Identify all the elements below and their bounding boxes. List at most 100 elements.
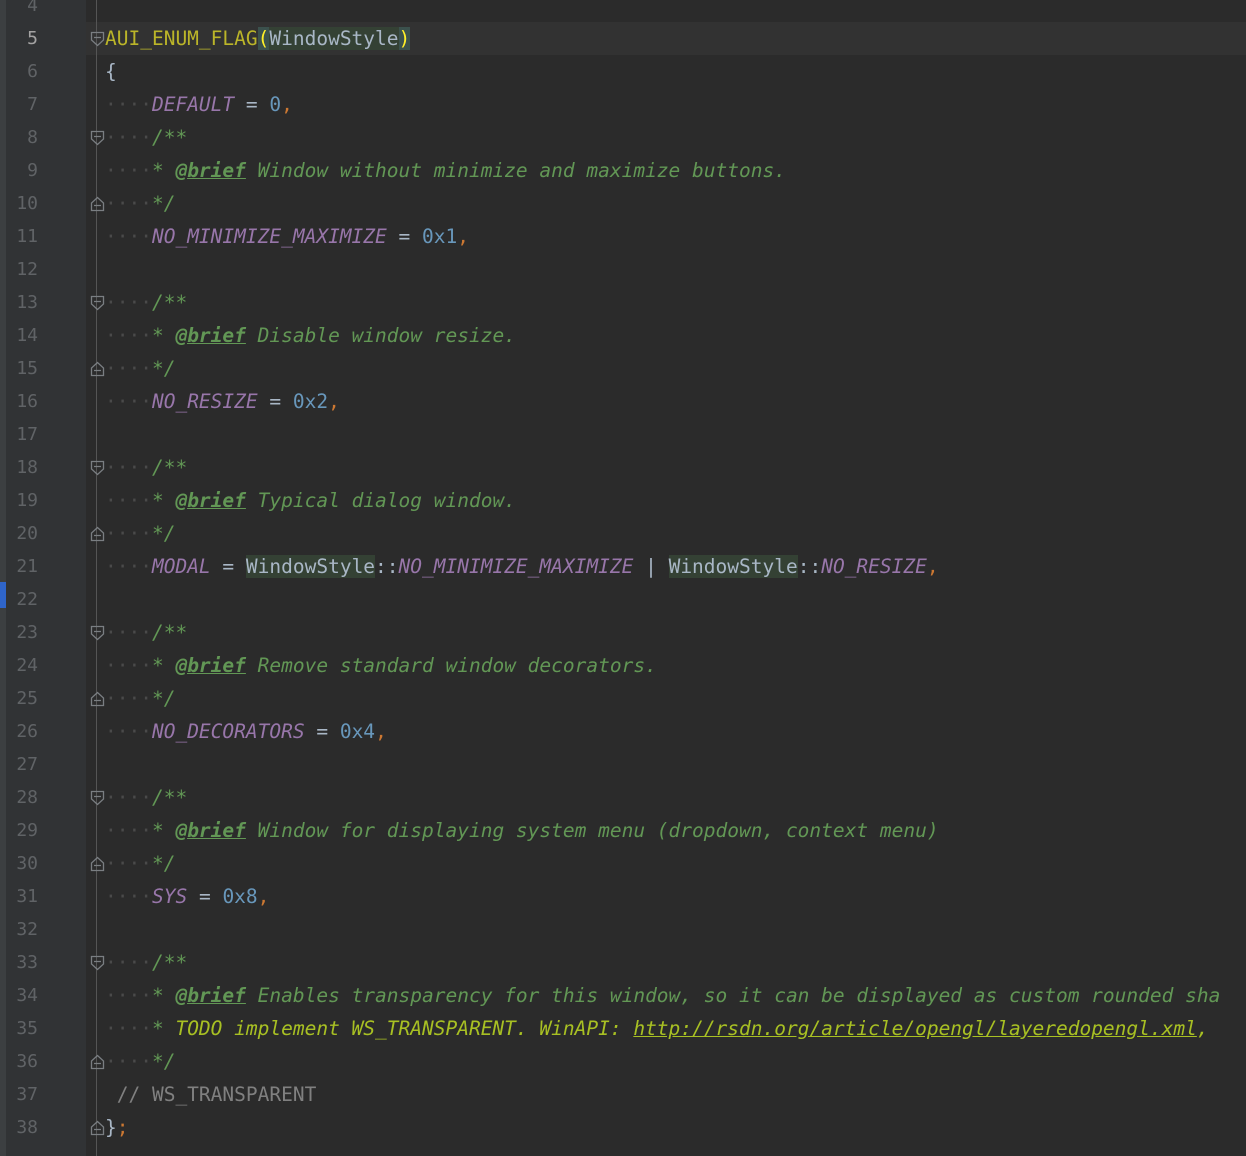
code-text[interactable]: ····*/ <box>105 847 175 880</box>
code-line[interactable]: 27 <box>0 748 1246 781</box>
code-line[interactable]: 17 <box>0 418 1246 451</box>
line-number[interactable]: 34 <box>6 979 38 1012</box>
code-line[interactable]: 19 ····* @brief Typical dialog window. <box>0 484 1246 517</box>
line-number[interactable]: 13 <box>6 286 38 319</box>
fold-close-icon[interactable] <box>90 691 105 707</box>
code-line[interactable]: 6{ <box>0 55 1246 88</box>
fold-close-icon[interactable] <box>90 196 105 212</box>
line-number[interactable]: 26 <box>6 715 38 748</box>
line-number[interactable]: 5 <box>6 22 38 55</box>
line-number[interactable]: 17 <box>6 418 38 451</box>
line-number[interactable]: 22 <box>6 583 38 616</box>
line-number[interactable]: 7 <box>6 88 38 121</box>
code-text[interactable]: ····* @brief Disable window resize. <box>105 319 516 352</box>
code-text[interactable]: ····NO_DECORATORS = 0x4, <box>105 715 387 748</box>
line-number[interactable]: 38 <box>6 1111 38 1144</box>
code-line[interactable]: 9 ····* @brief Window without minimize an… <box>0 154 1246 187</box>
code-line[interactable]: 15 ····*/ <box>0 352 1246 385</box>
line-number[interactable]: 20 <box>6 517 38 550</box>
code-text[interactable]: ····* @brief Remove standard window deco… <box>105 649 657 682</box>
code-editor[interactable]: 4 5 AUI_ENUM_FLAG(WindowStyle) 6{7 ····DEFAU… <box>0 0 1246 1156</box>
code-line[interactable]: 38}; <box>0 1111 1246 1144</box>
code-line[interactable]: 4 <box>0 0 1246 22</box>
code-text[interactable]: ····/** <box>105 946 187 979</box>
code-line[interactable]: 21 ····MODAL = WindowStyle::NO_MINIMIZE_M… <box>0 550 1246 583</box>
fold-close-icon[interactable] <box>90 1054 105 1070</box>
line-number[interactable]: 6 <box>6 55 38 88</box>
code-line[interactable]: 33 ····/** <box>0 946 1246 979</box>
code-line[interactable]: 36 ····*/ <box>0 1045 1246 1078</box>
code-line[interactable]: 29 ····* @brief Window for displaying sys… <box>0 814 1246 847</box>
line-number[interactable]: 25 <box>6 682 38 715</box>
code-line[interactable]: 30 ····*/ <box>0 847 1246 880</box>
code-line[interactable]: 32 <box>0 913 1246 946</box>
code-text[interactable]: ····NO_RESIZE = 0x2, <box>105 385 340 418</box>
code-line[interactable]: 34 ····* @brief Enables transparency for … <box>0 979 1246 1012</box>
line-number[interactable]: 4 <box>6 0 38 22</box>
line-number[interactable]: 9 <box>6 154 38 187</box>
code-text[interactable]: ····/** <box>105 451 187 484</box>
line-number[interactable]: 11 <box>6 220 38 253</box>
code-text[interactable]: ····DEFAULT = 0, <box>105 88 293 121</box>
fold-open-icon[interactable] <box>90 295 105 311</box>
fold-close-icon[interactable] <box>90 1120 105 1136</box>
code-text[interactable]: }; <box>105 1111 129 1144</box>
code-line[interactable]: 16 ····NO_RESIZE = 0x2, <box>0 385 1246 418</box>
code-line[interactable]: 18 ····/** <box>0 451 1246 484</box>
code-text[interactable]: ····SYS = 0x8, <box>105 880 269 913</box>
fold-open-icon[interactable] <box>90 130 105 146</box>
line-number[interactable]: 18 <box>6 451 38 484</box>
code-line[interactable] <box>0 1144 1246 1156</box>
fold-open-icon[interactable] <box>90 460 105 476</box>
code-line[interactable]: 25 ····*/ <box>0 682 1246 715</box>
line-number[interactable]: 32 <box>6 913 38 946</box>
url-link[interactable]: http://rsdn.org/article/opengl/layeredop… <box>633 1017 1197 1040</box>
code-line[interactable]: 23 ····/** <box>0 616 1246 649</box>
code-text[interactable]: ····/** <box>105 781 187 814</box>
code-line[interactable]: 11 ····NO_MINIMIZE_MAXIMIZE = 0x1, <box>0 220 1246 253</box>
line-number[interactable]: 37 <box>6 1078 38 1111</box>
line-number[interactable]: 12 <box>6 253 38 286</box>
code-line[interactable]: 35 ····* TODO implement WS_TRANSPARENT. W… <box>0 1012 1246 1045</box>
fold-open-icon[interactable] <box>90 31 105 47</box>
code-line[interactable]: 12 <box>0 253 1246 286</box>
code-line[interactable]: 13 ····/** <box>0 286 1246 319</box>
code-line[interactable]: 10 ····*/ <box>0 187 1246 220</box>
fold-open-icon[interactable] <box>90 790 105 806</box>
code-text[interactable]: { <box>105 55 117 88</box>
code-text[interactable]: ····NO_MINIMIZE_MAXIMIZE = 0x1, <box>105 220 469 253</box>
line-number[interactable]: 28 <box>6 781 38 814</box>
line-number[interactable]: 30 <box>6 847 38 880</box>
line-number[interactable]: 23 <box>6 616 38 649</box>
line-number[interactable]: 16 <box>6 385 38 418</box>
code-text[interactable]: ····* @brief Enables transparency for th… <box>105 979 1220 1012</box>
line-number[interactable]: 27 <box>6 748 38 781</box>
code-text[interactable]: ····* @brief Window for displaying syste… <box>105 814 939 847</box>
line-number[interactable]: 14 <box>6 319 38 352</box>
line-number[interactable]: 21 <box>6 550 38 583</box>
code-text[interactable]: AUI_ENUM_FLAG(WindowStyle) <box>105 22 411 55</box>
code-text[interactable]: ····*/ <box>105 682 175 715</box>
code-line[interactable]: 20 ····*/ <box>0 517 1246 550</box>
fold-close-icon[interactable] <box>90 856 105 872</box>
code-text[interactable]: ····*/ <box>105 187 175 220</box>
line-number[interactable]: 36 <box>6 1045 38 1078</box>
code-line[interactable]: 5 AUI_ENUM_FLAG(WindowStyle) <box>0 22 1246 55</box>
line-number[interactable]: 35 <box>6 1012 38 1045</box>
line-number[interactable]: 10 <box>6 187 38 220</box>
code-line[interactable]: 8 ····/** <box>0 121 1246 154</box>
code-text[interactable]: ····/** <box>105 286 187 319</box>
fold-open-icon[interactable] <box>90 625 105 641</box>
line-number[interactable]: 15 <box>6 352 38 385</box>
line-number[interactable]: 24 <box>6 649 38 682</box>
code-text[interactable]: ····*/ <box>105 352 175 385</box>
line-number[interactable]: 19 <box>6 484 38 517</box>
code-line[interactable]: 37 // WS_TRANSPARENT <box>0 1078 1246 1111</box>
code-text[interactable]: // WS_TRANSPARENT <box>105 1078 317 1111</box>
line-number[interactable]: 8 <box>6 121 38 154</box>
code-text[interactable]: ····* @brief Window without minimize and… <box>105 154 786 187</box>
code-text[interactable]: ····* @brief Typical dialog window. <box>105 484 516 517</box>
line-number[interactable]: 31 <box>6 880 38 913</box>
fold-close-icon[interactable] <box>90 526 105 542</box>
code-text[interactable]: ····* TODO implement WS_TRANSPARENT. Win… <box>105 1012 1220 1045</box>
